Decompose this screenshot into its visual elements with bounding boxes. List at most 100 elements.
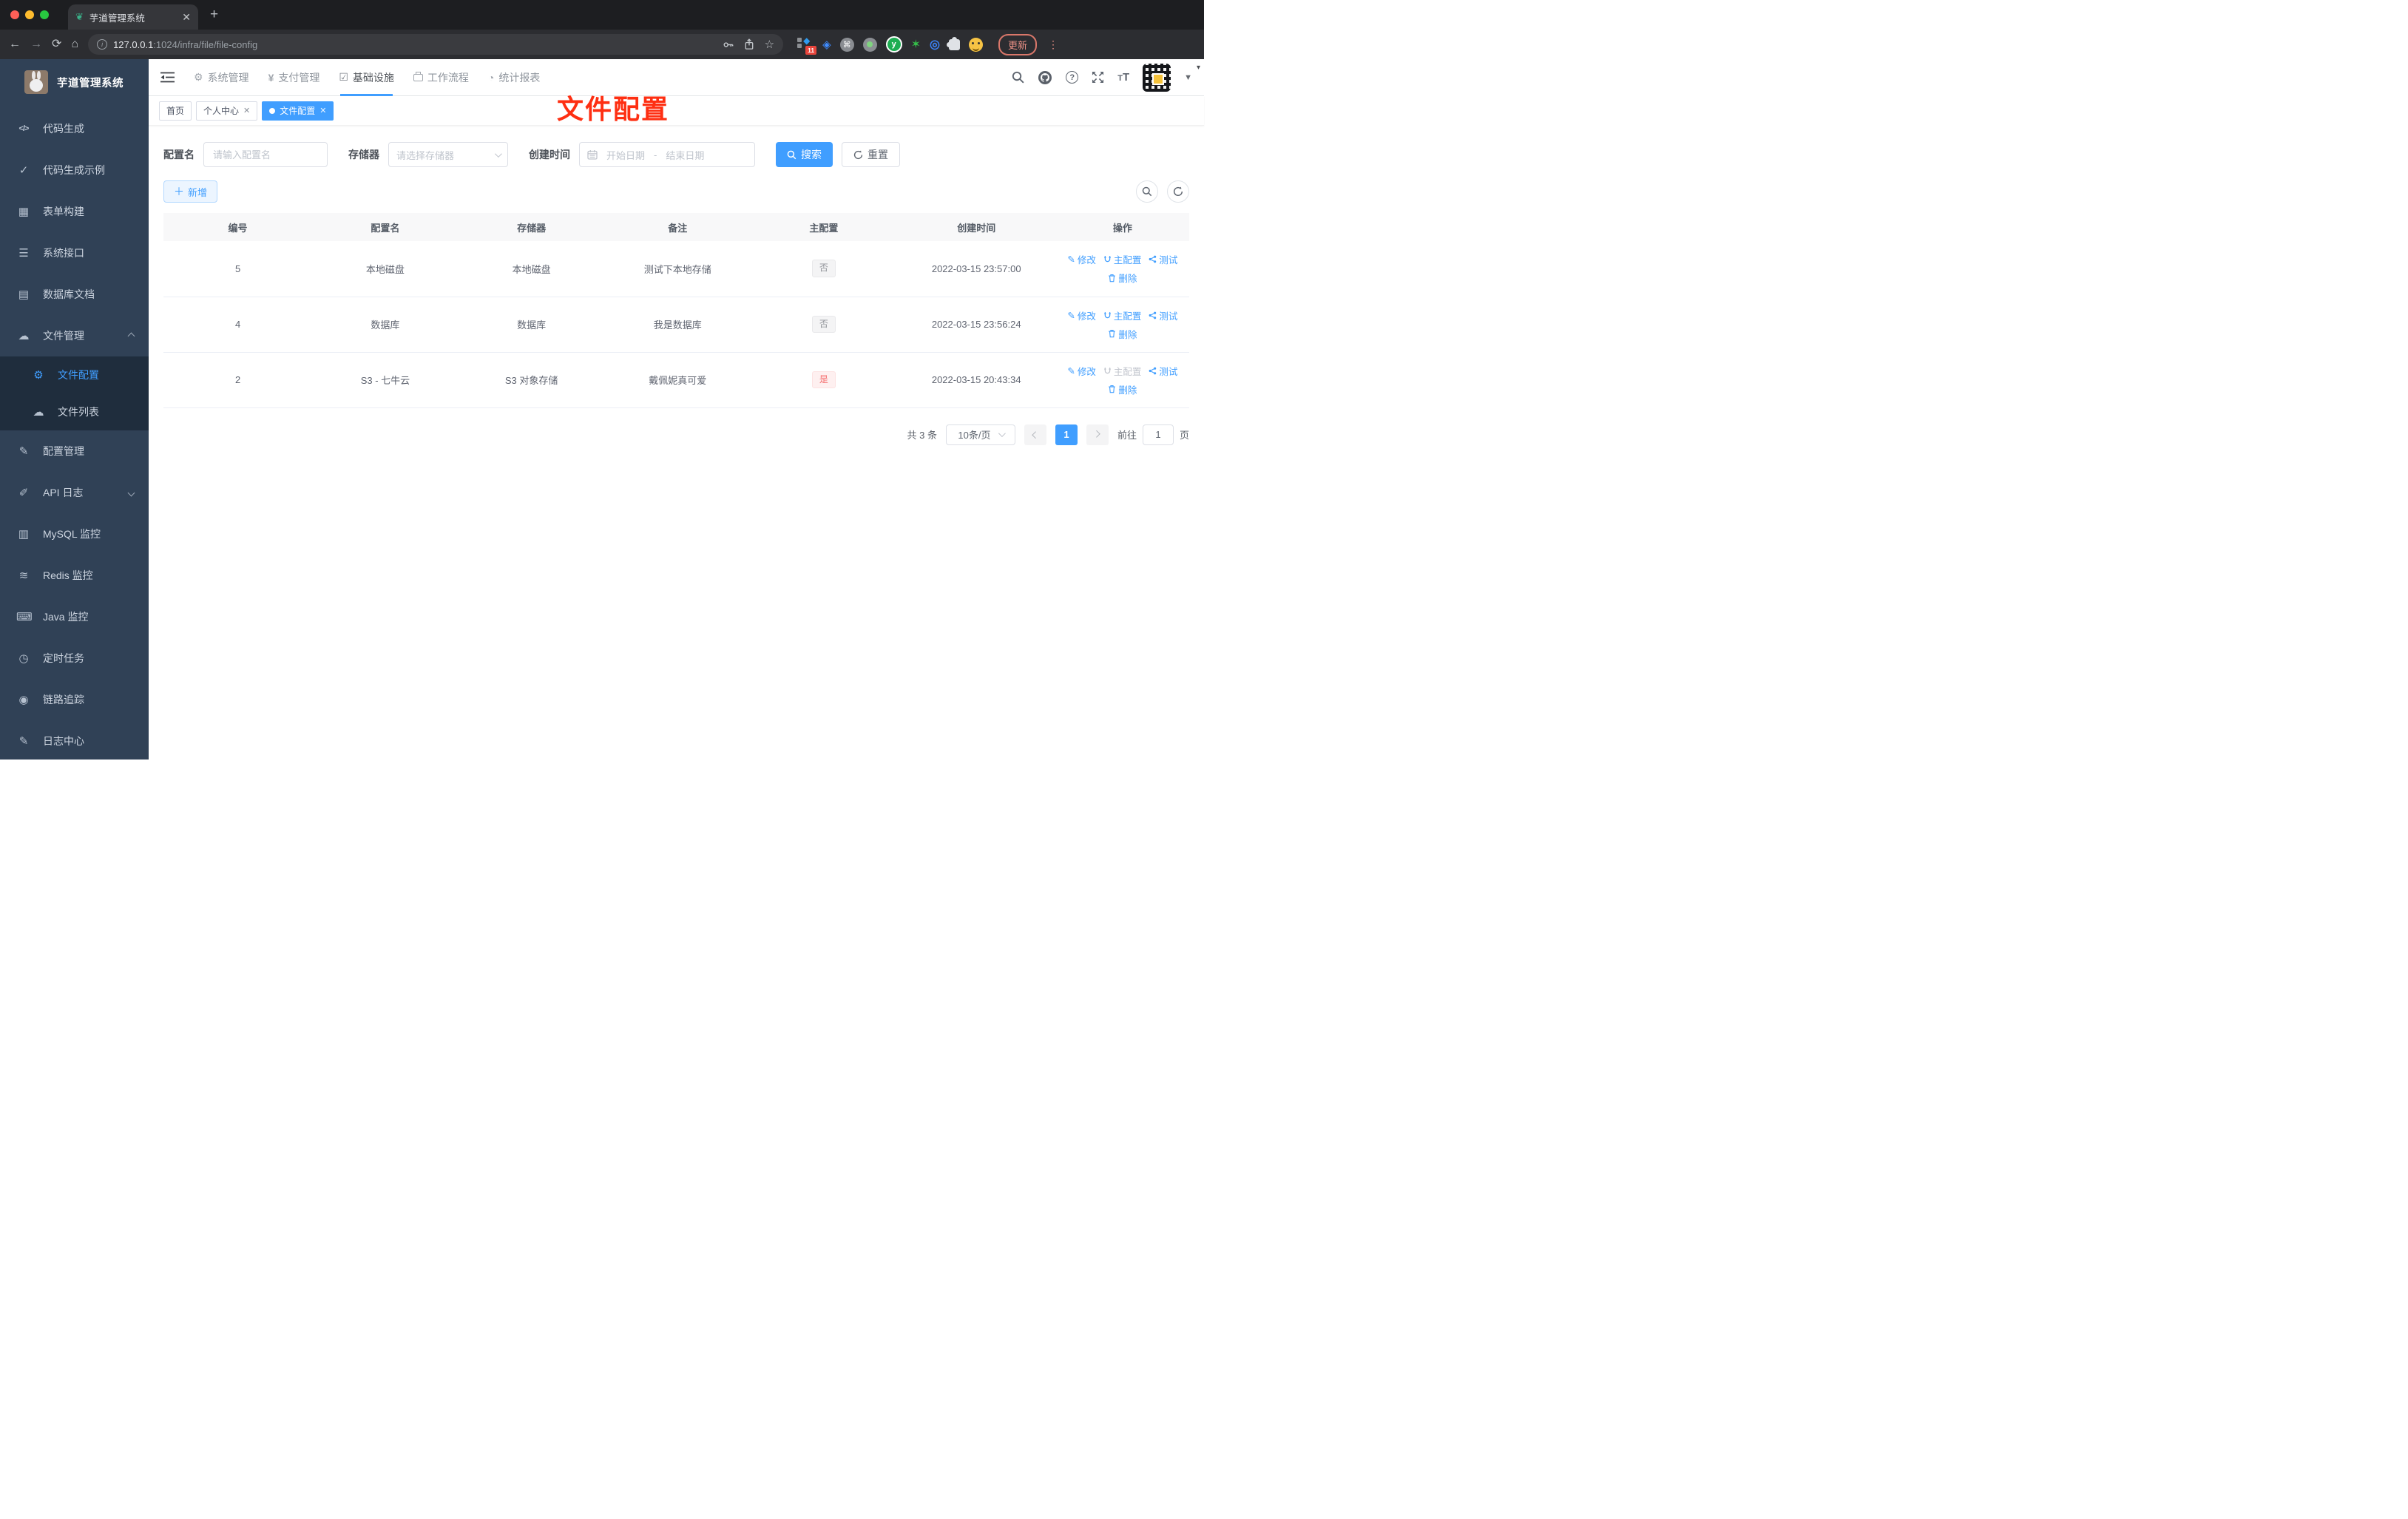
fullscreen-icon[interactable] [1092, 71, 1104, 84]
nav-item-system[interactable]: ⚙ 系统管理 [194, 59, 249, 96]
gear-icon: ⚙ [194, 71, 203, 83]
sidebar-item-config-management[interactable]: ✎ 配置管理 [0, 430, 149, 472]
bookmark-star-icon[interactable]: ☆ [765, 38, 774, 51]
test-link[interactable]: 测试 [1149, 308, 1177, 322]
pagination: 共 3 条 10条/页 1 前往 页 [163, 424, 1189, 445]
date-range-picker[interactable]: 开始日期 - 结束日期 [579, 142, 755, 167]
nav-item-infrastructure[interactable]: ☑ 基础设施 [339, 59, 394, 96]
table-row: 4 数据库 数据库 我是数据库 否 2022-03-15 23:56:24 ✎ 修… [163, 297, 1189, 353]
col-id: 编号 [163, 213, 313, 241]
edit-link[interactable]: ✎ 修改 [1067, 308, 1096, 322]
close-window-button[interactable] [10, 10, 19, 19]
magnet-icon [1104, 311, 1111, 318]
goto-page-input[interactable] [1142, 424, 1174, 445]
sidebar-item-java-monitor[interactable]: ⌨ Java 监控 [0, 596, 149, 637]
scrollbar-up-icon[interactable]: ▾ [1197, 64, 1200, 72]
extension-emoji-icon[interactable] [969, 37, 983, 52]
search-icon[interactable] [1012, 71, 1024, 84]
sidebar-item-file-management[interactable]: ☁ 文件管理 [0, 315, 149, 356]
font-size-icon[interactable]: TT [1117, 71, 1129, 84]
table-toolbar: ＋ 新增 [163, 180, 1189, 203]
caret-down-icon[interactable]: ▼ [1184, 73, 1192, 82]
master-config-link[interactable]: 主配置 [1103, 308, 1141, 322]
sidebar-item-file-list[interactable]: ☁ 文件列表 [0, 393, 149, 430]
extension-grid-icon[interactable]: ◆ 11 [797, 35, 817, 55]
reload-icon[interactable]: ⟳ [52, 38, 61, 50]
minimize-window-button[interactable] [25, 10, 34, 19]
extension-green-dot-icon[interactable] [862, 37, 877, 52]
sidebar-item-file-config[interactable]: ⚙ 文件配置 [0, 356, 149, 393]
config-name-input[interactable] [203, 142, 328, 167]
file-management-submenu: ⚙ 文件配置 ☁ 文件列表 [0, 356, 149, 430]
test-link[interactable]: 测试 [1149, 252, 1177, 266]
page-number-current[interactable]: 1 [1055, 424, 1078, 445]
sidebar-item-code-demo[interactable]: ✓ 代码生成示例 [0, 149, 149, 191]
extension-swirl-icon[interactable]: ◎ [930, 37, 940, 52]
browser-tab[interactable]: ❦ 芋道管理系统 ✕ [68, 4, 198, 30]
tag-profile[interactable]: 个人中心 ✕ [196, 101, 258, 121]
site-info-icon[interactable]: i [97, 39, 108, 50]
menu-kebab-icon[interactable]: ⋮ [1048, 38, 1058, 51]
forward-icon[interactable]: → [30, 38, 42, 50]
test-link[interactable]: 测试 [1149, 364, 1177, 378]
home-icon[interactable]: ⌂ [71, 38, 78, 50]
trash-icon [1109, 385, 1116, 393]
zoom-window-button[interactable] [40, 10, 49, 19]
form-grid-icon: ▦ [18, 206, 30, 218]
collapse-sidebar-icon[interactable] [160, 72, 175, 83]
range-separator: - [654, 149, 657, 160]
nav-item-workflow[interactable]: 工作流程 [413, 59, 469, 96]
new-tab-button[interactable]: + [210, 7, 218, 23]
search-button[interactable]: 搜索 [776, 142, 833, 167]
browser-chrome: ❦ 芋道管理系统 ✕ + ← → ⟳ ⌂ i 127.0.0.1:1024/in… [0, 0, 1204, 59]
sidebar-logo[interactable]: 芋道管理系统 [0, 59, 149, 98]
nav-item-reports[interactable]: ◔ 统计报表 [488, 59, 540, 96]
tab-close-icon[interactable]: ✕ [182, 11, 191, 24]
sidebar-item-db-doc[interactable]: ▤ 数据库文档 [0, 274, 149, 315]
tag-file-config[interactable]: 文件配置 ✕ [262, 101, 334, 121]
extensions-puzzle-icon[interactable] [947, 36, 960, 50]
edit-link[interactable]: ✎ 修改 [1067, 364, 1096, 378]
delete-link[interactable]: 删除 [1108, 271, 1137, 285]
sidebar-item-code-gen[interactable]: </> 代码生成 [0, 108, 149, 149]
filter-form: 配置名 存储器 请选择存储器 创建时间 开始日期 - [163, 142, 1189, 167]
tag-home[interactable]: 首页 [159, 101, 192, 121]
briefcase-icon [413, 71, 423, 81]
refresh-table-button[interactable] [1167, 180, 1189, 203]
sidebar-item-trace[interactable]: ◉ 链路追踪 [0, 679, 149, 720]
sidebar-item-mysql-monitor[interactable]: ▥ MySQL 监控 [0, 513, 149, 555]
address-bar[interactable]: i 127.0.0.1:1024/infra/file/file-config … [88, 34, 784, 55]
key-icon[interactable] [723, 39, 734, 50]
sidebar-item-redis-monitor[interactable]: ≋ Redis 监控 [0, 555, 149, 596]
delete-link[interactable]: 删除 [1108, 327, 1137, 341]
next-page-button[interactable] [1086, 424, 1109, 445]
chrome-update-button[interactable]: 更新 [998, 33, 1038, 55]
master-config-link[interactable]: 主配置 [1103, 252, 1141, 266]
add-button[interactable]: ＋ 新增 [163, 180, 218, 203]
reset-button[interactable]: 重置 [842, 142, 900, 167]
extension-star-icon[interactable]: ✶ [911, 37, 921, 52]
sidebar-item-log-center[interactable]: ✎ 日志中心 [0, 720, 149, 760]
extension-v-icon[interactable]: y [885, 36, 902, 53]
page-size-select[interactable]: 10条/页 [945, 424, 1015, 445]
toggle-search-button[interactable] [1136, 180, 1158, 203]
sidebar-item-system-api[interactable]: ☰ 系统接口 [0, 232, 149, 274]
nav-item-payment[interactable]: ¥ 支付管理 [268, 59, 320, 96]
avatar[interactable] [1143, 63, 1171, 92]
edit-link[interactable]: ✎ 修改 [1067, 252, 1096, 266]
close-icon[interactable]: ✕ [319, 106, 326, 115]
back-icon[interactable]: ← [9, 38, 21, 50]
sidebar-item-scheduled-tasks[interactable]: ◷ 定时任务 [0, 637, 149, 679]
help-icon[interactable]: ? [1066, 71, 1079, 84]
extension-gem-icon[interactable]: ◈ [822, 38, 831, 51]
extension-command-icon[interactable]: ⌘ [839, 37, 854, 52]
delete-link[interactable]: 删除 [1108, 382, 1137, 396]
close-icon[interactable]: ✕ [243, 106, 250, 115]
url-host: 127.0.0.1 [113, 38, 154, 50]
github-icon[interactable] [1038, 70, 1052, 85]
prev-page-button[interactable] [1024, 424, 1046, 445]
storage-select[interactable]: 请选择存储器 [388, 142, 508, 167]
sidebar-item-api-log[interactable]: ✐ API 日志 [0, 472, 149, 513]
sidebar-item-form-builder[interactable]: ▦ 表单构建 [0, 191, 149, 232]
share-icon[interactable] [744, 38, 754, 50]
